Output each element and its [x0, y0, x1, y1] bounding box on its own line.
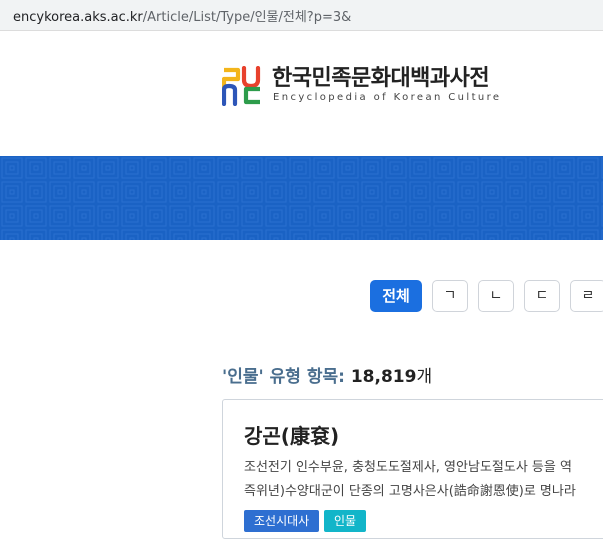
- site-logo-icon[interactable]: [222, 66, 262, 106]
- tab-all[interactable]: 전체: [370, 280, 422, 312]
- initial-filter-tabs: 전체 ㄱ ㄴ ㄷ ㄹ: [0, 280, 603, 314]
- count-unit: 개: [416, 367, 433, 387]
- tab-nieun[interactable]: ㄴ: [478, 280, 514, 312]
- site-title[interactable]: 한국민족문화대백과사전: [272, 60, 490, 92]
- description-line: 조선전기 인수부윤, 충청도도절제사, 영안남도절도사 등을 역: [244, 460, 572, 475]
- type-name: '인물': [222, 367, 264, 387]
- tab-digeut[interactable]: ㄷ: [524, 280, 560, 312]
- site-subtitle: Encyclopedia of Korean Culture: [273, 92, 502, 103]
- url-path: /Article/List/Type/인물/전체?p=3&: [142, 10, 352, 25]
- address-bar[interactable]: encykorea.aks.ac.kr/Article/List/Type/인물…: [0, 0, 603, 31]
- tag-era[interactable]: 조선시대사: [244, 510, 320, 532]
- tag-type[interactable]: 인물: [324, 510, 367, 532]
- url-host: encykorea.aks.ac.kr: [13, 10, 143, 25]
- result-title[interactable]: 강곤(康袞): [244, 420, 339, 449]
- count-label: 유형 항목:: [269, 367, 345, 387]
- tab-rieul[interactable]: ㄹ: [570, 280, 603, 312]
- tab-giyeok[interactable]: ㄱ: [432, 280, 468, 312]
- description-line: 즉위년)수양대군이 단종의 고명사은사(誥命謝恩使)로 명나라: [244, 484, 576, 499]
- result-card[interactable]: 강곤(康袞) 조선전기 인수부윤, 충청도도절제사, 영안남도절도사 등을 역 …: [222, 399, 603, 539]
- hero-banner: [0, 156, 603, 240]
- result-count: '인물' 유형 항목: 18,819개: [222, 362, 432, 387]
- count-value: 18,819: [350, 367, 417, 387]
- result-description: 조선전기 인수부윤, 충청도도절제사, 영안남도절도사 등을 역 즉위년)수양대…: [244, 456, 576, 504]
- url-text[interactable]: encykorea.aks.ac.kr/Article/List/Type/인물…: [13, 6, 351, 25]
- banner-pattern: [0, 156, 603, 240]
